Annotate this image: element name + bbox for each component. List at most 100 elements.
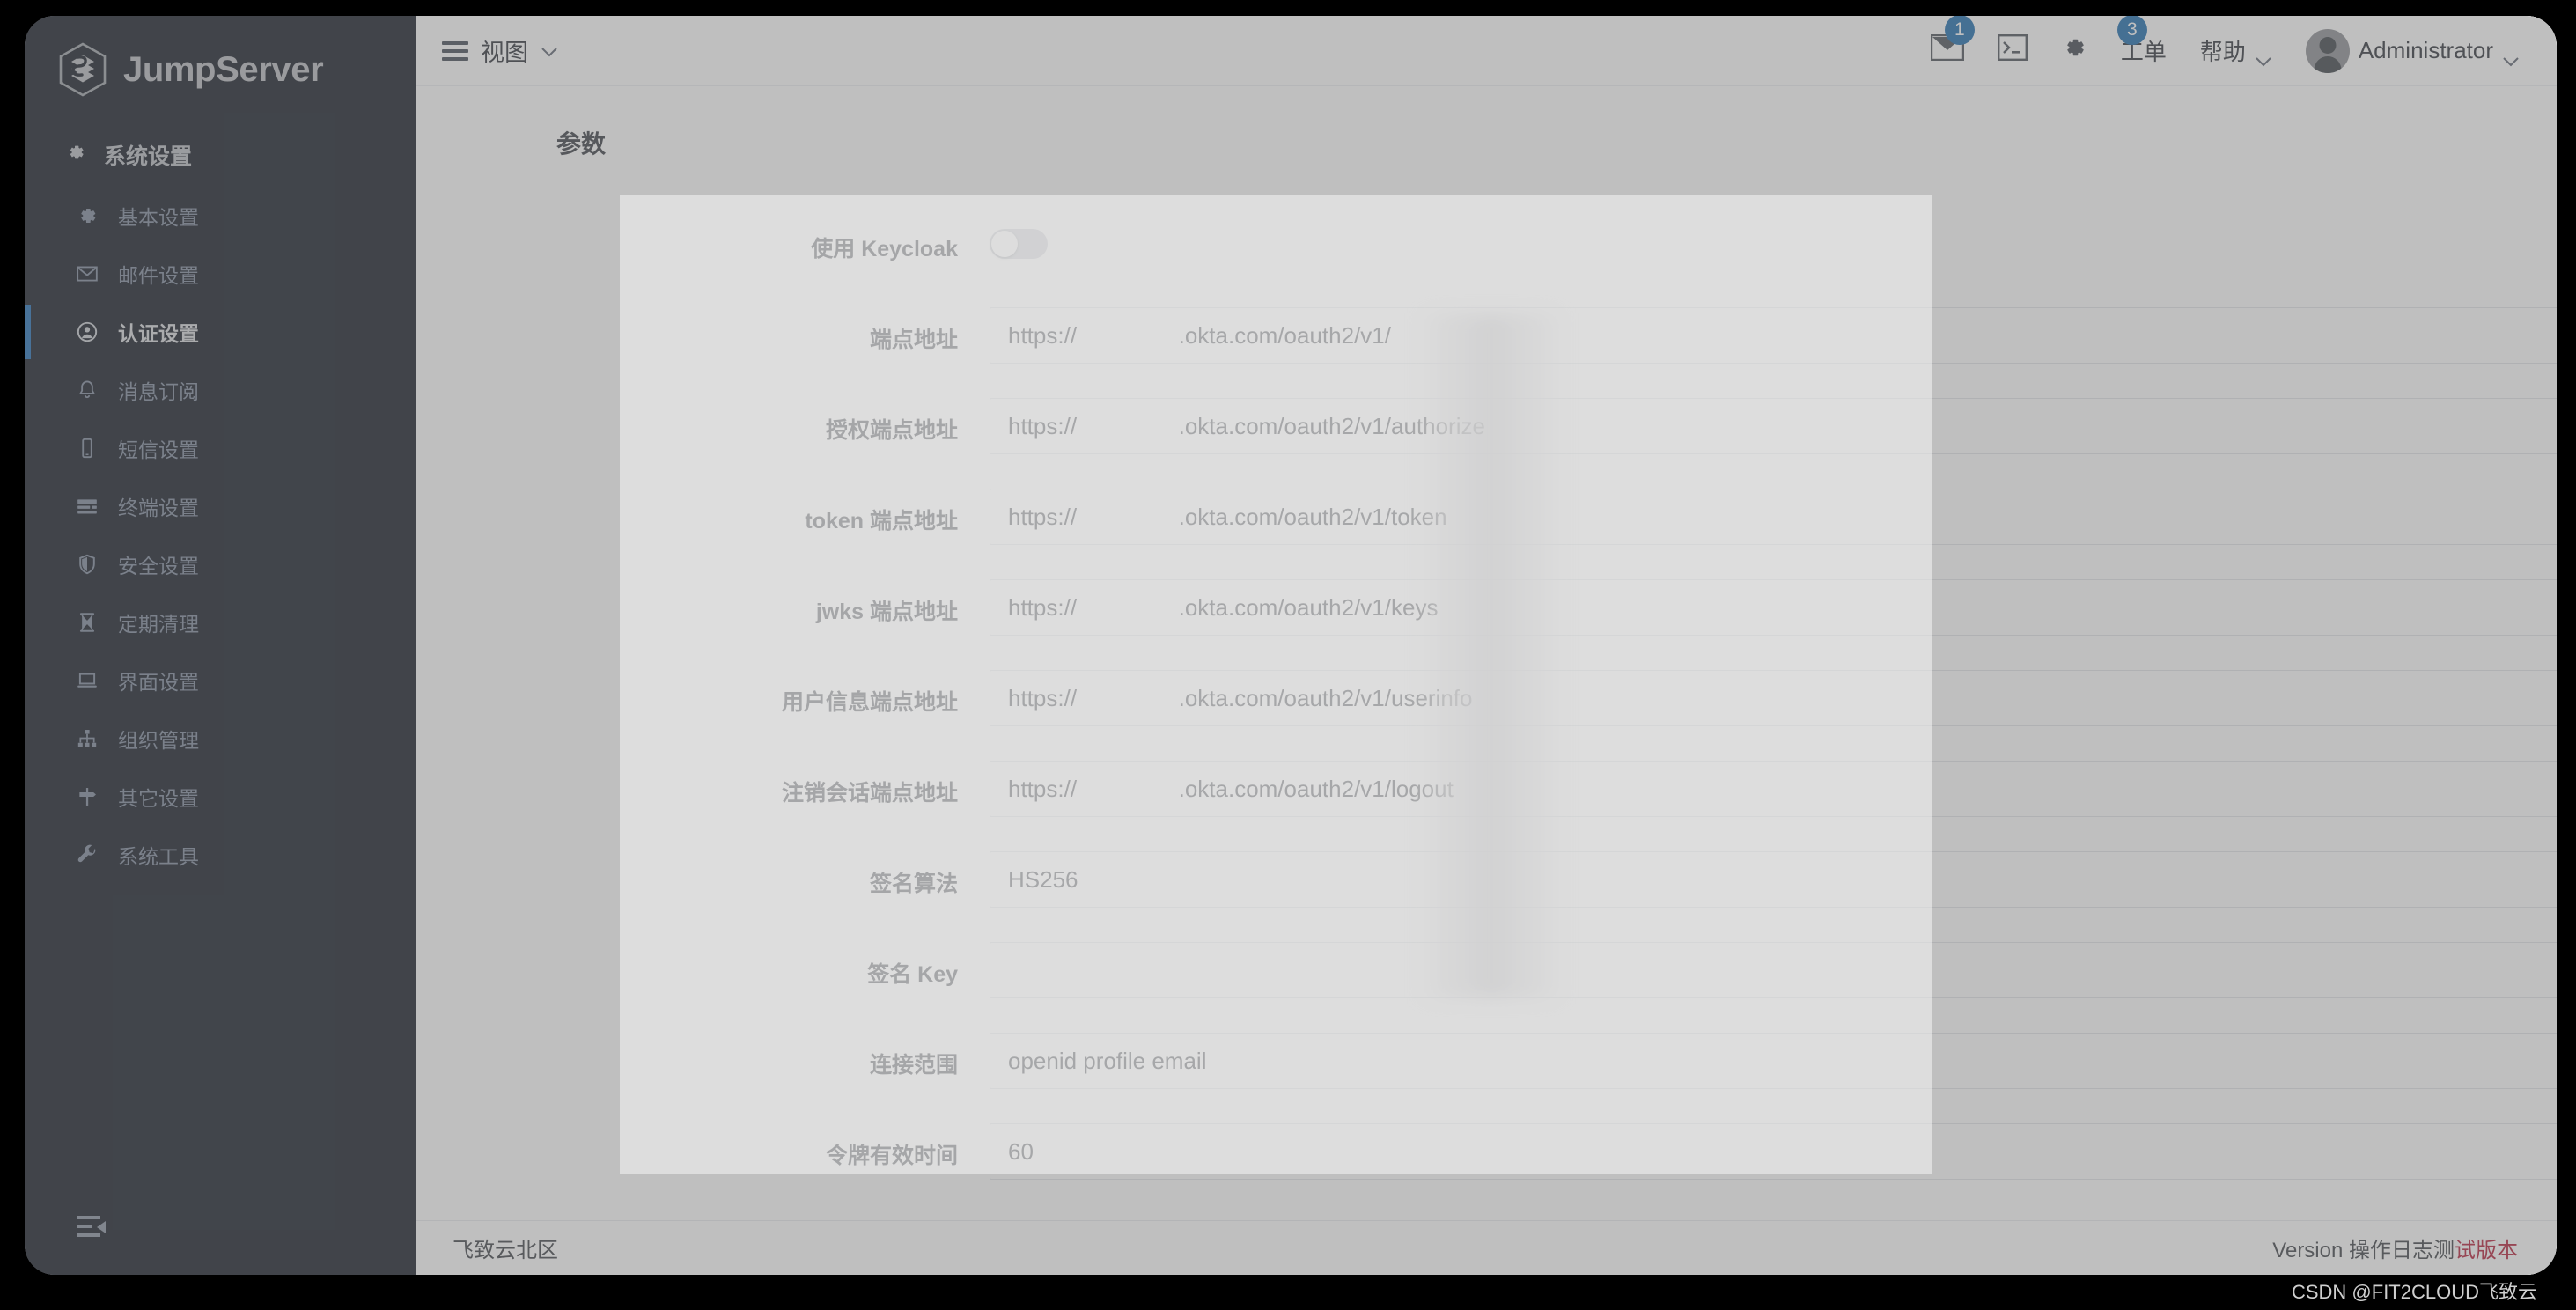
- toggle-knob: [991, 231, 1018, 257]
- form-row: token 端点地址 https:// .okta.com/oauth2/v1/t…: [620, 489, 2557, 579]
- sidebar-item-label: 消息订阅: [118, 380, 199, 403]
- bell-icon: [76, 379, 99, 401]
- form-control: 60: [990, 1123, 2557, 1180]
- main-area: 视图 1 3 工单 帮助 Administrator 参数 使用 Keycloa…: [416, 16, 2557, 1275]
- form-label: jwks 端点地址: [815, 600, 958, 624]
- user-menu[interactable]: Administrator: [2305, 28, 2520, 73]
- text-input[interactable]: https:// .okta.com/oauth2/v1/: [990, 307, 2557, 364]
- wrench-icon: [76, 843, 99, 866]
- text-input[interactable]: https:// .okta.com/oauth2/v1/authorize: [990, 398, 2557, 454]
- text-input[interactable]: [990, 942, 2557, 998]
- text-input[interactable]: https:// .okta.com/oauth2/v1/token: [990, 489, 2557, 545]
- form-row: 签名 Key: [620, 942, 2557, 1033]
- form-row: 使用 Keycloak: [620, 217, 1932, 307]
- top-bar-actions: 1 3 工单 帮助 Administrator: [1930, 16, 2520, 73]
- user-circle-icon: [76, 320, 99, 343]
- sidebar-item-12[interactable]: 系统工具: [25, 826, 416, 884]
- form-label: 签名算法: [869, 872, 958, 896]
- sidebar-nav-list: 基本设置邮件设置认证设置消息订阅短信设置终端设置安全设置定期清理界面设置组织管理…: [25, 187, 416, 884]
- application-window: JumpServer 系统设置 基本设置邮件设置认证设置消息订阅短信设置终端设置…: [25, 16, 2557, 1275]
- sidebar-item-label: 系统工具: [118, 845, 199, 868]
- form-label: 使用 Keycloak: [811, 237, 958, 261]
- text-input[interactable]: openid profile email: [990, 1033, 2557, 1089]
- sidebar-item-label: 邮件设置: [118, 264, 199, 287]
- form-row: 注销会话端点地址 https:// .okta.com/oauth2/v1/log…: [620, 761, 2557, 851]
- footer-version-highlight: 试版本: [2455, 1239, 2518, 1262]
- form-label: 注销会话端点地址: [781, 781, 958, 806]
- settings-form-card: 使用 Keycloak 端点地址 https:// .okta.com/oauth2…: [620, 178, 2557, 1220]
- sidebar-item-2[interactable]: 邮件设置: [25, 245, 416, 303]
- form-control: https:// .okta.com/oauth2/v1/logout: [990, 761, 2557, 817]
- laptop-icon: [76, 669, 99, 692]
- form-label: 端点地址: [869, 328, 958, 352]
- help-menu[interactable]: 帮助: [2200, 34, 2272, 67]
- text-input[interactable]: https:// .okta.com/oauth2/v1/userinfo: [990, 670, 2557, 726]
- sidebar-item-9[interactable]: 界面设置: [25, 651, 416, 710]
- form-control: openid profile email: [990, 1033, 2557, 1089]
- gear-icon: [65, 142, 86, 169]
- footer: 飞致云北区 Version 操作日志测试版本: [416, 1220, 2557, 1275]
- tickets-button[interactable]: 3 工单: [2116, 16, 2167, 67]
- footer-org: 飞致云北区: [453, 1239, 558, 1262]
- brand-name: JumpServer: [123, 49, 324, 89]
- sidebar-item-label: 终端设置: [118, 497, 199, 519]
- form-row: 令牌有效时间 60: [620, 1123, 2557, 1214]
- content-area: 参数 使用 Keycloak 端点地址 https:// .okta.com/oau…: [416, 86, 2557, 1220]
- footer-version: Version 操作日志测试版本: [2272, 1233, 2518, 1263]
- view-menu-button[interactable]: 视图: [442, 33, 558, 68]
- sidebar-item-11[interactable]: 其它设置: [25, 768, 416, 826]
- view-menu-label: 视图: [481, 40, 528, 66]
- sidebar-item-10[interactable]: 组织管理: [25, 710, 416, 768]
- sidebar-item-1[interactable]: 基本设置: [25, 187, 416, 245]
- form-row: 端点地址 https:// .okta.com/oauth2/v1/: [620, 307, 2557, 398]
- text-input[interactable]: https:// .okta.com/oauth2/v1/logout: [990, 761, 2557, 817]
- sidebar-item-label: 其它设置: [118, 787, 199, 810]
- form-row: 用户信息端点地址 https:// .okta.com/oauth2/v1/use…: [620, 670, 2557, 761]
- text-input[interactable]: https:// .okta.com/oauth2/v1/keys: [990, 579, 2557, 636]
- form-row: jwks 端点地址 https:// .okta.com/oauth2/v1/ke…: [620, 579, 2557, 670]
- sidebar-item-label: 定期清理: [118, 613, 199, 636]
- watermark: CSDN @FIT2CLOUD飞致云: [2291, 1281, 2537, 1303]
- text-input[interactable]: 60: [990, 1123, 2557, 1180]
- sidebar-item-8[interactable]: 定期清理: [25, 593, 416, 651]
- form-control: [990, 217, 1932, 259]
- form-control: https:// .okta.com/oauth2/v1/token: [990, 489, 2557, 545]
- form-control: https:// .okta.com/oauth2/v1/: [990, 307, 2557, 364]
- sidebar-item-label: 基本设置: [118, 206, 199, 229]
- page-title: 参数: [556, 130, 607, 158]
- mobile-icon: [76, 437, 99, 460]
- gear-icon: [76, 204, 99, 227]
- sidebar-item-7[interactable]: 安全设置: [25, 535, 416, 593]
- form-control: https:// .okta.com/oauth2/v1/authorize: [990, 398, 2557, 454]
- shield-icon: [76, 553, 99, 576]
- sidebar-item-5[interactable]: 短信设置: [25, 419, 416, 477]
- sidebar-item-4[interactable]: 消息订阅: [25, 361, 416, 419]
- form-label: 签名 Key: [867, 962, 958, 987]
- messages-badge: 1: [1944, 16, 1975, 45]
- form-label: 连接范围: [869, 1053, 958, 1078]
- sidebar-item-6[interactable]: 终端设置: [25, 477, 416, 535]
- tickets-badge: 3: [2116, 16, 2147, 45]
- brand-logo[interactable]: JumpServer: [25, 16, 416, 123]
- jumpserver-cube-logo-icon: [58, 42, 107, 97]
- form-control: https:// .okta.com/oauth2/v1/keys: [990, 579, 2557, 636]
- sidebar-item-3[interactable]: 认证设置: [25, 303, 416, 361]
- messages-button[interactable]: 1: [1930, 16, 1975, 67]
- menu-fold-icon[interactable]: [76, 1213, 109, 1243]
- terminal-button[interactable]: [1997, 34, 2028, 67]
- terminal-icon: [1997, 34, 2028, 67]
- text-input[interactable]: HS256: [990, 851, 2557, 908]
- form-label: 用户信息端点地址: [781, 690, 958, 715]
- chevron-down-icon: [2502, 46, 2520, 66]
- form-rows: 使用 Keycloak 端点地址 https:// .okta.com/oauth2…: [620, 217, 2557, 1214]
- form-control: https:// .okta.com/oauth2/v1/userinfo: [990, 670, 2557, 726]
- sidebar-item-label: 安全设置: [118, 555, 199, 578]
- keycloak-toggle[interactable]: [990, 229, 1048, 259]
- settings-button[interactable]: [2061, 34, 2087, 67]
- form-label: 令牌有效时间: [825, 1144, 958, 1168]
- user-name: Administrator: [2358, 37, 2493, 63]
- sidebar-section-system-settings[interactable]: 系统设置: [25, 123, 416, 187]
- chevron-down-icon: [541, 46, 558, 56]
- sidebar-item-label: 组织管理: [118, 729, 199, 752]
- signpost-icon: [76, 785, 99, 808]
